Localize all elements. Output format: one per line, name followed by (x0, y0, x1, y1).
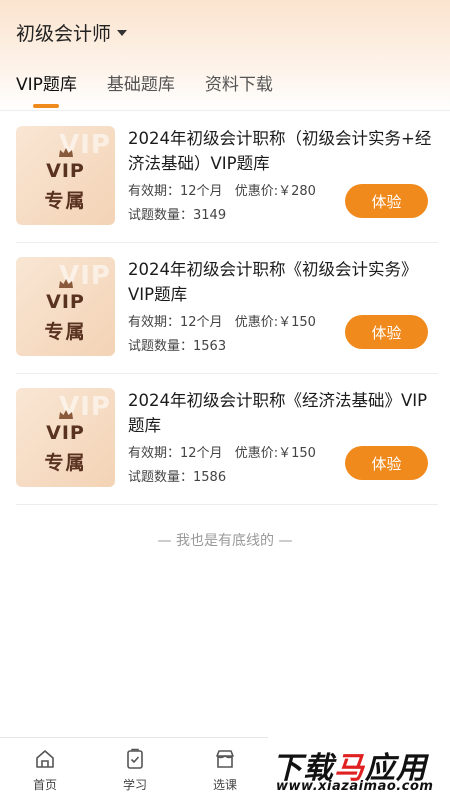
question-count: 试题数量：3149 (128, 208, 227, 223)
store-icon (216, 750, 234, 768)
validity-text: 有效期：12个月 (128, 315, 223, 330)
crown-icon (59, 410, 73, 419)
question-bank-list: VIP VIP 专属 2024年初级会计职称（初级会计实务+经济法基础）VIP题… (0, 112, 450, 505)
thumbnail-vip-text: VIP (46, 291, 85, 313)
list-item[interactable]: VIP VIP 专属 2024年初级会计职称（初级会计实务+经济法基础）VIP题… (16, 112, 438, 243)
tab-label: VIP题库 (16, 75, 77, 95)
crown-icon (59, 279, 73, 288)
price-text: 优惠价:￥280 (234, 184, 316, 199)
tab-label: 资料下载 (204, 75, 273, 95)
thumbnail-vip-text: VIP (46, 422, 85, 444)
thumbnail-exclusive-text: 专属 (44, 321, 87, 343)
category-selector[interactable]: 初级会计师 (16, 18, 128, 46)
question-count: 试题数量：1563 (128, 339, 227, 354)
validity-text: 有效期：12个月 (128, 184, 223, 199)
divider (0, 110, 450, 111)
crown-icon (59, 148, 73, 157)
price-text: 优惠价:￥150 (234, 315, 316, 330)
vip-thumbnail: VIP VIP 专属 (16, 388, 115, 487)
bank-title: 2024年初级会计职称《初级会计实务》VIP题库 (128, 260, 418, 304)
list-item[interactable]: VIP VIP 专属 2024年初级会计职称《初级会计实务》VIP题库 有效期：… (16, 243, 438, 374)
tab-basic[interactable]: 基础题库 (107, 70, 175, 104)
bank-title: 2024年初级会计职称《经济法基础》VIP题库 (128, 391, 428, 435)
meta-line: 有效期：12个月 优惠价:￥150 (128, 311, 316, 330)
tab-bar: VIP题库 基础题库 资料下载 (16, 70, 273, 108)
bank-title: 2024年初级会计职称（初级会计实务+经济法基础）VIP题库 (128, 129, 432, 173)
end-of-list-note: — 我也是有底线的 — (157, 533, 293, 549)
tab-downloads[interactable]: 资料下载 (205, 70, 273, 104)
category-title: 初级会计师 (16, 22, 112, 45)
home-icon (36, 750, 54, 768)
meta-line: 有效期：12个月 优惠价:￥150 (128, 442, 316, 461)
nav-item-home[interactable]: 首页 (15, 748, 75, 793)
price-text: 优惠价:￥150 (234, 446, 316, 461)
nav-label: 首页 (32, 778, 57, 792)
header: 初级会计师 VIP题库 基础题库 资料下载 (0, 0, 450, 112)
vip-thumbnail: VIP VIP 专属 (16, 126, 115, 225)
nav-item-study[interactable]: 学习 (105, 748, 165, 793)
try-button[interactable]: 体验 (345, 184, 428, 218)
active-tab-indicator (33, 104, 60, 108)
try-button[interactable]: 体验 (345, 446, 428, 480)
caret-down-icon (117, 30, 128, 36)
tab-vip[interactable]: VIP题库 (16, 70, 77, 108)
vip-thumbnail: VIP VIP 专属 (16, 257, 115, 356)
nav-item-courses[interactable]: 选课 (195, 748, 255, 793)
nav-label: 学习 (122, 778, 147, 792)
tab-label: 基础题库 (106, 75, 175, 95)
nav-label: 选课 (212, 778, 237, 792)
thumbnail-exclusive-text: 专属 (44, 190, 87, 212)
list-item[interactable]: VIP VIP 专属 2024年初级会计职称《经济法基础》VIP题库 有效期：1… (16, 374, 438, 505)
meta-line: 有效期：12个月 优惠价:￥280 (128, 180, 316, 199)
watermark-url: www.xiazaimao.com (276, 779, 434, 794)
question-count: 试题数量：1586 (128, 470, 227, 485)
validity-text: 有效期：12个月 (128, 446, 223, 461)
site-watermark: 下载马应用 www.xiazaimao.com (268, 737, 450, 800)
thumbnail-vip-text: VIP (46, 160, 85, 182)
thumbnail-exclusive-text: 专属 (44, 452, 87, 474)
try-button[interactable]: 体验 (345, 315, 428, 349)
study-icon (127, 748, 143, 769)
